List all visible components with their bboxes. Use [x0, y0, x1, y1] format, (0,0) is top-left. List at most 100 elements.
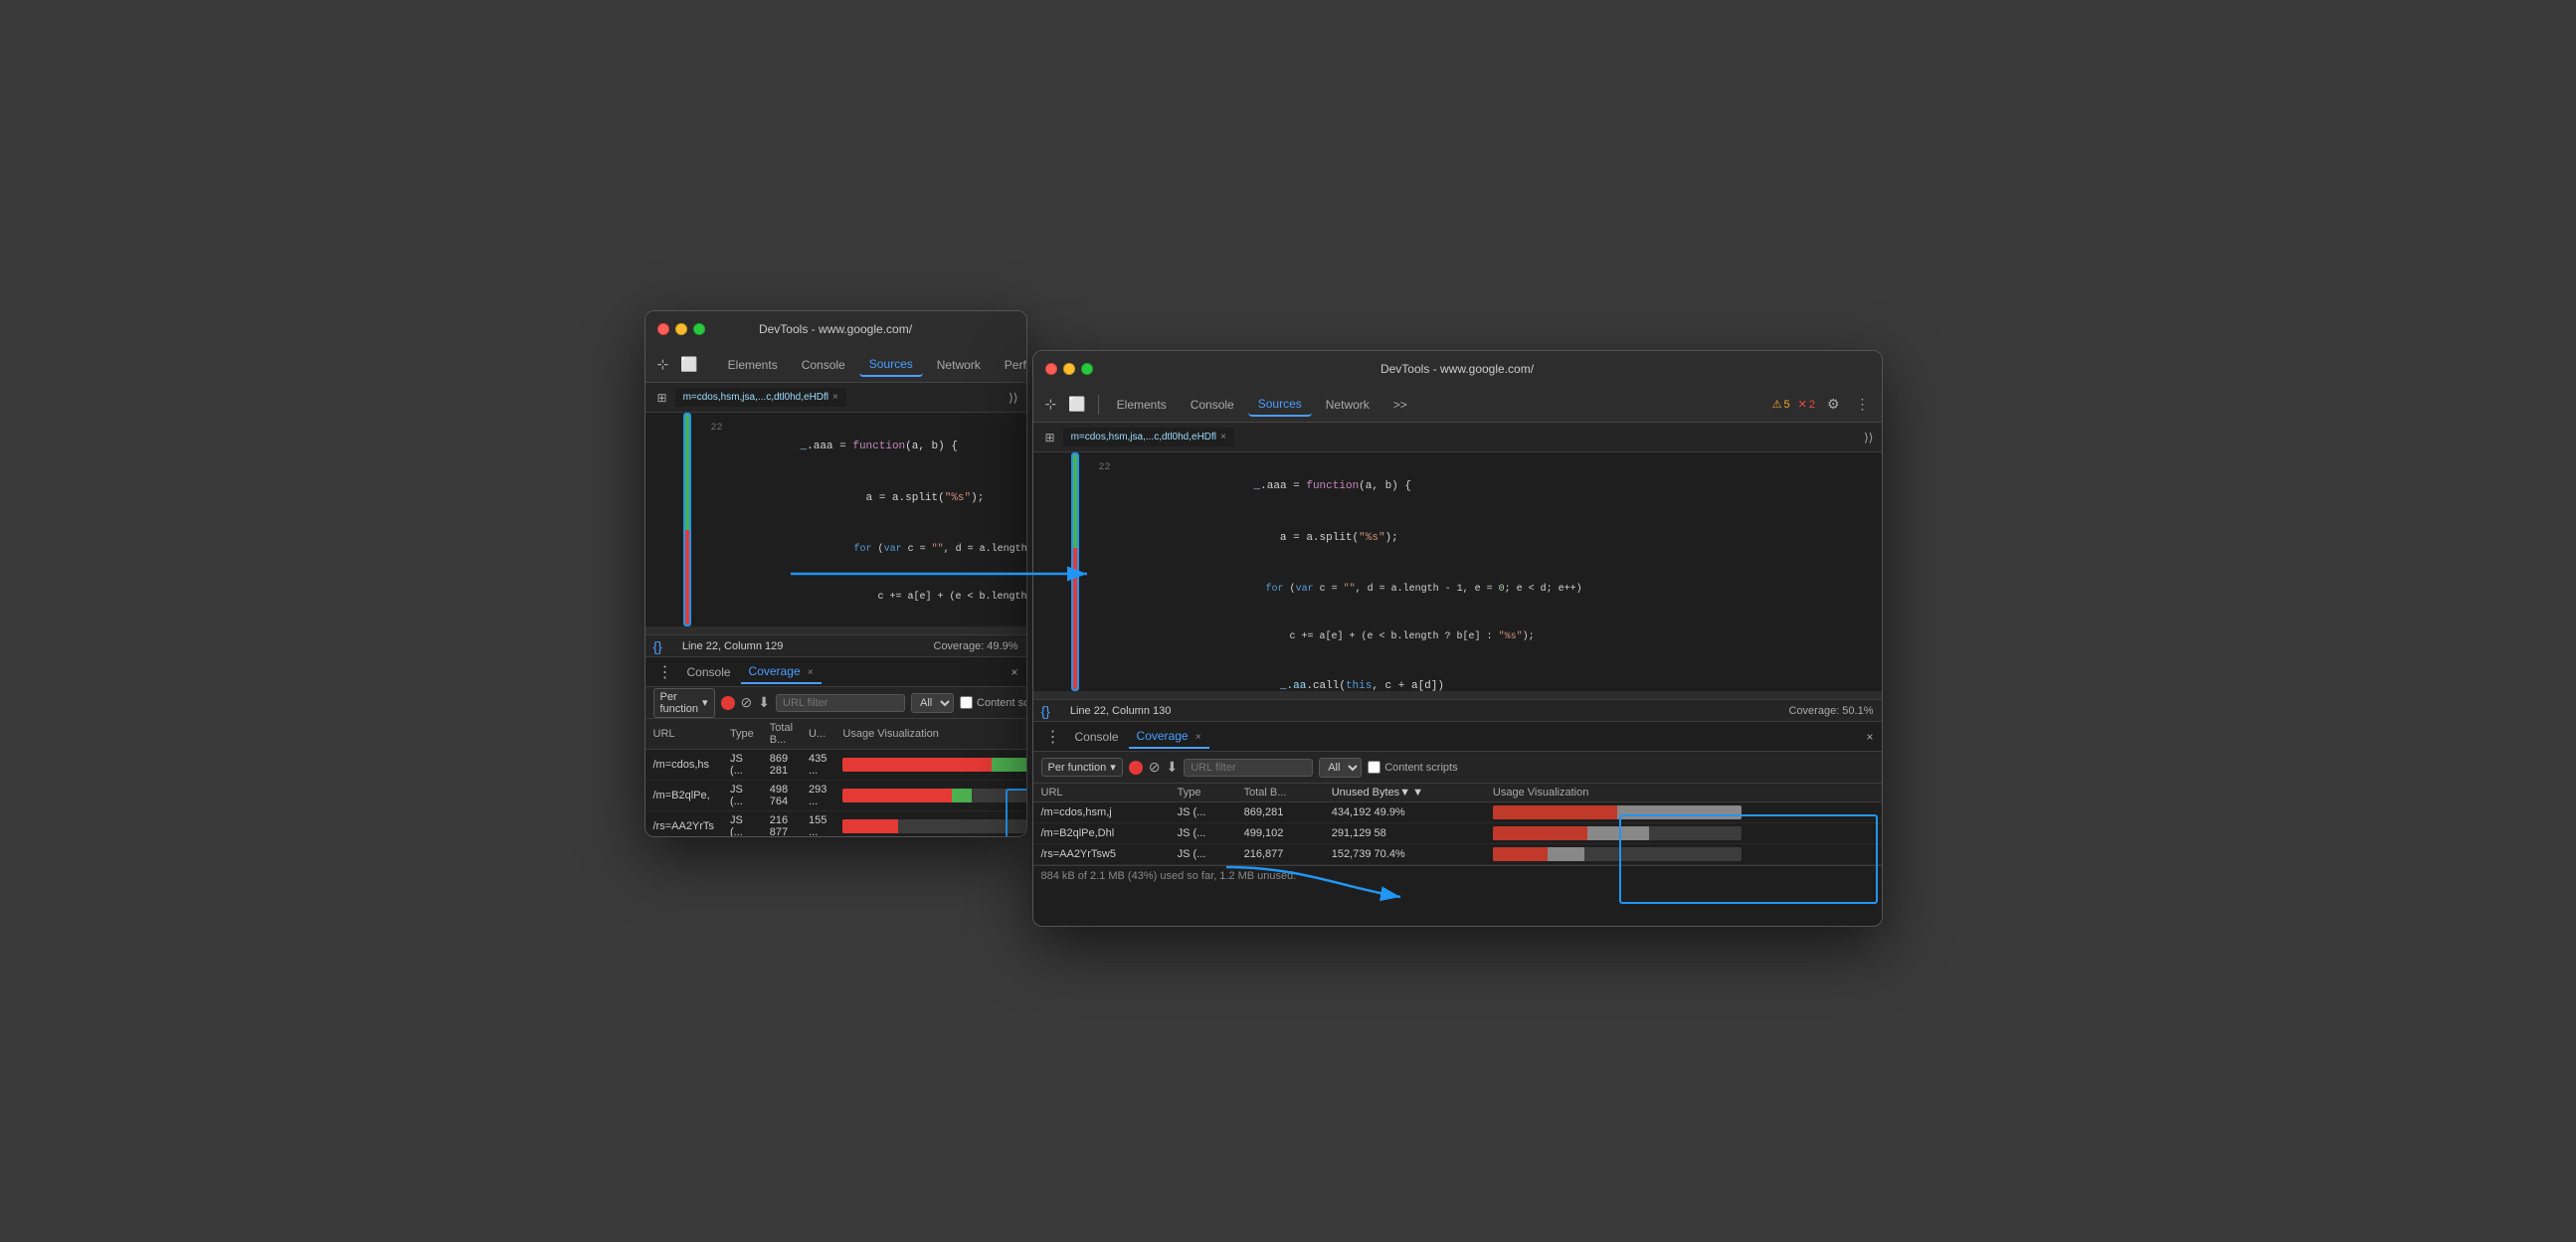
dropdown-arrow-right: ▾: [1110, 761, 1116, 774]
tab-more-right[interactable]: >>: [1383, 394, 1417, 416]
url-filter-input-right[interactable]: [1184, 759, 1313, 777]
content-scripts-label[interactable]: Content scripts: [960, 696, 1026, 709]
content-scripts-label-right[interactable]: Content scripts: [1368, 761, 1457, 774]
table-row-r3[interactable]: /rs=AA2YrTsw5 JS (... 216,877 152,739 70…: [1033, 844, 1882, 865]
line-column-status: Line 22, Column 129: [682, 640, 784, 652]
file-tab-close[interactable]: ×: [832, 392, 838, 403]
inspect-icon-right[interactable]: ⬜: [1064, 392, 1089, 417]
code-line-1: 22 _.aaa = function(a, b) {: [645, 421, 1026, 473]
panel-tab-coverage[interactable]: Coverage ×: [741, 660, 822, 684]
tab-console[interactable]: Console: [792, 354, 855, 376]
tab-sources-right[interactable]: Sources: [1248, 393, 1312, 417]
cursor-icon-right[interactable]: ⊹: [1041, 392, 1061, 417]
code-content-r: _.aaa = function(a, b) {: [1123, 460, 1874, 513]
maximize-button[interactable]: [693, 323, 705, 335]
col-unused-r[interactable]: Unused Bytes▼ ▼: [1324, 784, 1485, 802]
col-total: Total B...: [762, 719, 801, 750]
tab-sources[interactable]: Sources: [859, 353, 923, 377]
url-filter-input[interactable]: [776, 694, 905, 712]
tab-network-right[interactable]: Network: [1316, 394, 1380, 416]
maximize-button-right[interactable]: [1081, 363, 1093, 375]
code-line-r5: _.aa.call(this, c + a[d]): [1033, 661, 1882, 691]
col-url-r: URL: [1033, 784, 1170, 802]
code-content: c += a[e] + (e < b.length ? b[e] : "%s")…: [735, 574, 1026, 621]
main-toolbar-right: ⊹ ⬜ Elements Console Sources Network >> …: [1033, 387, 1882, 423]
table-row[interactable]: /rs=AA2YrTs JS (... 216 877 155 ...: [645, 811, 1027, 838]
sidebar-toggle-left[interactable]: ⊞: [653, 389, 671, 407]
collapse-panel-icon[interactable]: ⟩⟩: [1009, 391, 1017, 405]
cell-viz: [834, 781, 1026, 811]
coverage-table-right: URL Type Total B... Unused Bytes▼ ▼ Usag…: [1033, 784, 1882, 865]
minimize-button-right[interactable]: [1063, 363, 1075, 375]
cell-total-r2: 499,102: [1236, 823, 1324, 844]
file-tab-left[interactable]: m=cdos,hsm,jsa,...c,dtl0hd,eHDfl ×: [675, 388, 846, 407]
per-function-button[interactable]: Per function ▾: [653, 688, 715, 718]
cell-type-r3: JS (...: [1170, 844, 1236, 865]
panel-tab-console[interactable]: Console: [679, 661, 739, 683]
coverage-tab-close-right[interactable]: ×: [1196, 732, 1201, 743]
cursor-icon-status: {}: [653, 638, 662, 654]
cell-type: JS (...: [722, 811, 762, 838]
toolbar-divider-right: [1098, 395, 1099, 415]
file-tab-label: m=cdos,hsm,jsa,...c,dtl0hd,eHDfl: [683, 392, 828, 403]
file-tabs-right: ⊞ m=cdos,hsm,jsa,...c,dtl0hd,eHDfl × ⟩⟩: [1033, 423, 1882, 452]
close-button[interactable]: [657, 323, 669, 335]
traffic-lights-left[interactable]: [657, 323, 705, 335]
code-scrollbar-left[interactable]: [645, 626, 1026, 634]
collapse-panel-icon-right[interactable]: ⟩⟩: [1864, 431, 1873, 444]
table-row[interactable]: /m=B2qlPe, JS (... 498 764 293 ...: [645, 781, 1027, 811]
panel-toolbar-right: Per function ▾ ⊘ ⬇ All Content scripts: [1033, 752, 1882, 784]
panel-close-left[interactable]: ×: [1011, 665, 1017, 679]
tab-network[interactable]: Network: [927, 354, 991, 376]
file-tab-close-right[interactable]: ×: [1220, 432, 1226, 443]
code-scrollbar-right[interactable]: [1033, 691, 1882, 699]
tab-elements-right[interactable]: Elements: [1107, 394, 1177, 416]
more-options-icon-right[interactable]: ⋮: [1852, 392, 1874, 417]
col-viz: Usage Visualization: [834, 719, 1026, 750]
cell-url-r1: /m=cdos,hsm,j: [1033, 802, 1170, 823]
panel-close-right[interactable]: ×: [1866, 730, 1873, 744]
col-total-r: Total B...: [1236, 784, 1324, 802]
filter-select[interactable]: All: [911, 693, 954, 713]
panel-menu-icon[interactable]: ⋮: [653, 660, 677, 684]
cursor-icon[interactable]: ⊹: [653, 352, 673, 377]
code-content-r5: _.aa.call(this, c + a[d]): [1123, 661, 1874, 691]
record-button-right[interactable]: [1129, 761, 1143, 775]
table-row[interactable]: /m=cdos,hs JS (... 869 281 435 ...: [645, 750, 1027, 781]
minimize-button[interactable]: [675, 323, 687, 335]
panel-tab-coverage-right[interactable]: Coverage ×: [1129, 725, 1209, 749]
code-content-r3: for (var c = "", d = a.length - 1, e = 0…: [1123, 566, 1874, 614]
panel-tab-console-right[interactable]: Console: [1067, 726, 1127, 748]
filter-select-right[interactable]: All: [1319, 758, 1362, 778]
table-row-r1[interactable]: /m=cdos,hsm,j JS (... 869,281 434,192 49…: [1033, 802, 1882, 823]
download-button-right[interactable]: ⬇: [1166, 759, 1178, 776]
settings-icon-right[interactable]: ⚙: [1823, 392, 1844, 417]
tab-performance[interactable]: Performance: [995, 354, 1027, 376]
file-tab-right[interactable]: m=cdos,hsm,jsa,...c,dtl0hd,eHDfl ×: [1063, 428, 1234, 446]
traffic-lights-right[interactable]: [1045, 363, 1093, 375]
inspect-icon[interactable]: ⬜: [676, 352, 701, 377]
code-line-r2: a = a.split("%s");: [1033, 513, 1882, 566]
window-title-right: DevTools - www.google.com/: [1380, 362, 1534, 376]
line-number-r: 22: [1087, 460, 1111, 476]
content-scripts-checkbox[interactable]: [960, 696, 973, 709]
clear-button-right[interactable]: ⊘: [1149, 759, 1161, 776]
per-function-button-right[interactable]: Per function ▾: [1041, 758, 1123, 777]
record-button[interactable]: [721, 696, 735, 710]
main-toolbar-left: ⊹ ⬜ Elements Console Sources Network Per…: [645, 347, 1026, 383]
cell-unused-r1: 434,192 49.9%: [1324, 802, 1485, 823]
download-button[interactable]: ⬇: [758, 694, 770, 711]
content-scripts-checkbox-right[interactable]: [1368, 761, 1380, 774]
coverage-gutter-right: [1071, 452, 1079, 691]
sidebar-toggle-right[interactable]: ⊞: [1041, 429, 1059, 446]
table-row-r2[interactable]: /m=B2qlPe,Dhl JS (... 499,102 291,129 58: [1033, 823, 1882, 844]
tab-console-right[interactable]: Console: [1181, 394, 1244, 416]
bottom-panel-right: ⋮ Console Coverage × × Per function ▾ ⊘ …: [1033, 721, 1882, 886]
coverage-tab-close[interactable]: ×: [808, 667, 814, 678]
close-button-right[interactable]: [1045, 363, 1057, 375]
footer-right: 884 kB of 2.1 MB (43%) used so far, 1.2 …: [1033, 865, 1882, 886]
code-line-r1: 22 _.aaa = function(a, b) {: [1033, 460, 1882, 513]
clear-button[interactable]: ⊘: [741, 694, 753, 711]
panel-menu-icon-right[interactable]: ⋮: [1041, 725, 1065, 749]
tab-elements[interactable]: Elements: [718, 354, 788, 376]
